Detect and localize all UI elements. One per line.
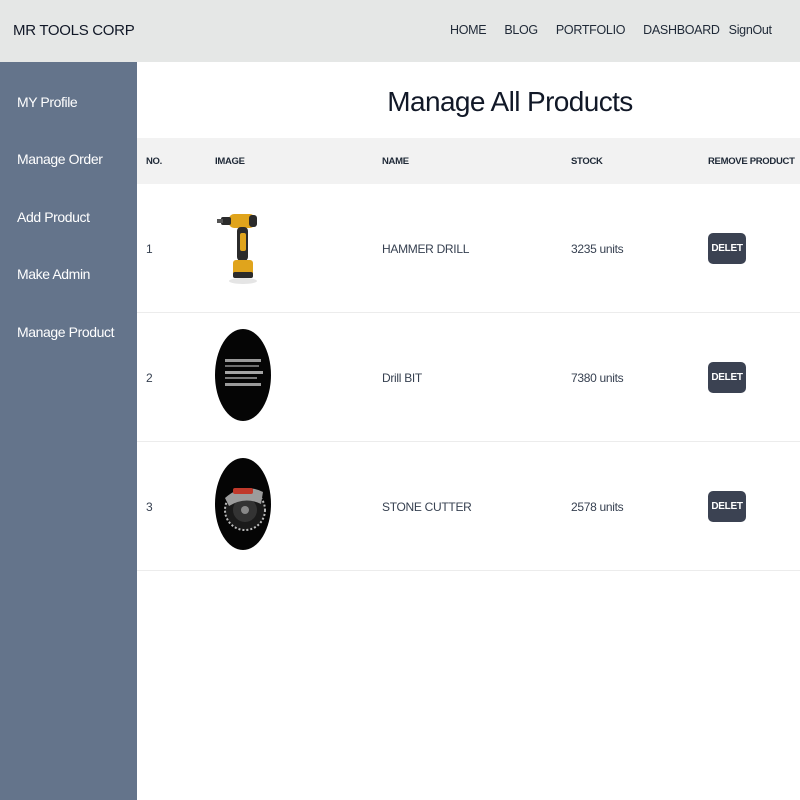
delete-button[interactable]: DELET [708, 491, 746, 522]
brand-logo-text[interactable]: MR TOOLS CORP [13, 22, 135, 39]
top-navbar: MR TOOLS CORP HOME BLOG PORTFOLIO DASHBO… [0, 0, 800, 62]
sidebar: MY Profile Manage Order Add Product Make… [0, 62, 137, 800]
page-title: Manage All Products [387, 86, 633, 117]
stone-cutter-image [215, 458, 271, 550]
row-number: 1 [146, 242, 153, 256]
table-row: 3 STONE CUTTER 2578 units DELET [137, 442, 800, 571]
row-number: 2 [146, 371, 153, 385]
sidebar-item-manage-order[interactable]: Manage Order [17, 151, 103, 167]
delete-button[interactable]: DELET [708, 233, 746, 264]
sidebar-item-my-profile[interactable]: MY Profile [17, 94, 78, 110]
product-stock: 3235 units [571, 242, 624, 256]
table-row: 1 HAMMER DRILL 3235 units DELET [137, 184, 800, 313]
product-name: HAMMER DRILL [382, 242, 470, 256]
product-stock: 7380 units [571, 371, 624, 385]
product-name: Drill BIT [382, 371, 422, 385]
nav-links: HOME BLOG PORTFOLIO DASHBOARD SignOut [450, 23, 772, 37]
product-stock: 2578 units [571, 500, 624, 514]
column-header-remove-product: REMOVE PRODUCT [708, 156, 795, 167]
sidebar-item-add-product[interactable]: Add Product [17, 209, 90, 225]
sidebar-item-make-admin[interactable]: Make Admin [17, 266, 90, 282]
sidebar-item-manage-product[interactable]: Manage Product [17, 324, 115, 340]
delete-button[interactable]: DELET [708, 362, 746, 393]
hammer-drill-image [215, 200, 271, 292]
main-content: Manage All Products NO. IMAGE NAME STOCK… [137, 62, 800, 800]
table-header: NO. IMAGE NAME STOCK REMOVE PRODUCT [137, 138, 800, 184]
table-row: 2 Drill BIT 7380 units DELET [137, 313, 800, 442]
column-header-no: NO. [146, 156, 162, 167]
drill-bit-image [215, 329, 271, 421]
nav-link-dashboard[interactable]: DASHBOARD [643, 23, 720, 37]
nav-link-home[interactable]: HOME [450, 23, 487, 37]
column-header-stock: STOCK [571, 156, 603, 167]
column-header-image: IMAGE [215, 156, 245, 167]
product-name: STONE CUTTER [382, 500, 472, 514]
row-number: 3 [146, 500, 153, 514]
nav-link-signout[interactable]: SignOut [729, 23, 772, 37]
nav-link-blog[interactable]: BLOG [504, 23, 538, 37]
column-header-name: NAME [382, 156, 409, 167]
nav-link-portfolio[interactable]: PORTFOLIO [556, 23, 626, 37]
